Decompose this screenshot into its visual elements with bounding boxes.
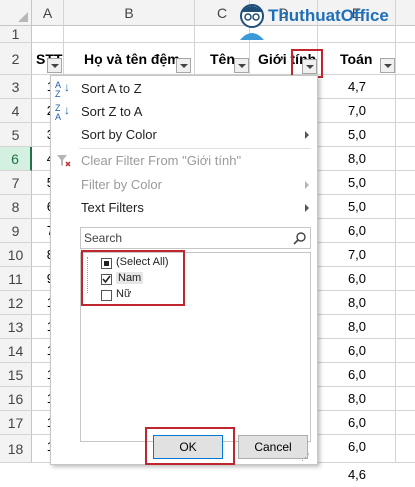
autofilter-menu: A Z ↓ Sort A to Z Z A ↓ Sort Z to A Sort by …: [50, 75, 318, 465]
row-header-2[interactable]: 2: [0, 43, 32, 75]
cell-toan[interactable]: 7,0: [318, 99, 396, 123]
cell-toan[interactable]: 6,0: [318, 219, 396, 243]
column-header-a[interactable]: A: [32, 0, 64, 26]
sort-az-icon: A Z ↓: [55, 80, 70, 99]
menu-clear-filter[interactable]: Clear Filter From "Giới tính": [81, 150, 241, 172]
cell-toan[interactable]: 6,0: [318, 363, 396, 387]
cell-toan[interactable]: 6,0: [318, 435, 396, 459]
filter-dropdown-stt[interactable]: [47, 58, 62, 73]
cell-toan[interactable]: 8,0: [318, 387, 396, 411]
highlight-box-ok: [145, 427, 235, 465]
row-header-9[interactable]: 9: [0, 219, 32, 243]
row-header-6[interactable]: 6: [0, 147, 32, 171]
menu-text-filters[interactable]: Text Filters: [81, 197, 144, 219]
highlight-box-values: [81, 250, 185, 306]
row-header-11[interactable]: 11: [0, 267, 32, 291]
cell-toan[interactable]: 6,0: [318, 339, 396, 363]
cell-toan[interactable]: 8,0: [318, 315, 396, 339]
row-header-16[interactable]: 16: [0, 387, 32, 411]
filter-dropdown-ten[interactable]: [234, 58, 249, 73]
row-header-14[interactable]: 14: [0, 339, 32, 363]
cancel-button[interactable]: Cancel: [238, 435, 308, 459]
highlight-box-dropdown: [291, 49, 323, 78]
select-all-corner[interactable]: [0, 0, 32, 26]
cell-toan[interactable]: 5,0: [318, 171, 396, 195]
cell-toan[interactable]: 4,7: [318, 75, 396, 99]
row-header-8[interactable]: 8: [0, 195, 32, 219]
menu-sort-z-to-a[interactable]: Sort Z to A: [81, 101, 142, 123]
search-placeholder: Search: [84, 231, 123, 245]
filter-dropdown-toan[interactable]: [380, 58, 395, 73]
row-header-3[interactable]: 3: [0, 75, 32, 99]
cell-toan[interactable]: 7,0: [318, 243, 396, 267]
cell-toan[interactable]: 6,0: [318, 267, 396, 291]
watermark-logo: ThuthuatOffice: [232, 0, 412, 42]
row-header-18[interactable]: 18: [0, 435, 32, 463]
resize-grip-icon[interactable]: ⋰: [301, 452, 313, 462]
filter-dropdown-ho-ten[interactable]: [176, 58, 191, 73]
cell-toan[interactable]: 5,0: [318, 195, 396, 219]
menu-filter-by-color[interactable]: Filter by Color: [81, 174, 162, 196]
row-header-5[interactable]: 5: [0, 123, 32, 147]
row-header-1[interactable]: 1: [0, 26, 32, 43]
row-header-4[interactable]: 4: [0, 99, 32, 123]
row-header-17[interactable]: 17: [0, 411, 32, 435]
cell-toan[interactable]: 4,6: [318, 463, 396, 487]
row-header-10[interactable]: 10: [0, 243, 32, 267]
watermark-text: ThuthuatOffice: [268, 6, 389, 25]
row-header-15[interactable]: 15: [0, 363, 32, 387]
cell-toan[interactable]: 8,0: [318, 147, 396, 171]
row-header-7[interactable]: 7: [0, 171, 32, 195]
menu-sort-by-color[interactable]: Sort by Color: [81, 124, 157, 146]
row-header-13[interactable]: 13: [0, 315, 32, 339]
submenu-arrow-icon: [305, 181, 309, 189]
column-header-b[interactable]: B: [64, 0, 195, 26]
cell-toan[interactable]: 8,0: [318, 291, 396, 315]
search-icon: [293, 232, 306, 245]
submenu-arrow-icon: [305, 131, 309, 139]
cell-toan[interactable]: 6,0: [318, 411, 396, 435]
clear-filter-icon: [57, 155, 71, 167]
submenu-arrow-icon: [305, 204, 309, 212]
search-box[interactable]: Search: [80, 227, 311, 249]
sort-za-icon: Z A ↓: [55, 103, 70, 122]
menu-sort-a-to-z[interactable]: Sort A to Z: [81, 78, 142, 100]
cell-toan[interactable]: 5,0: [318, 123, 396, 147]
row-header-12[interactable]: 12: [0, 291, 32, 315]
